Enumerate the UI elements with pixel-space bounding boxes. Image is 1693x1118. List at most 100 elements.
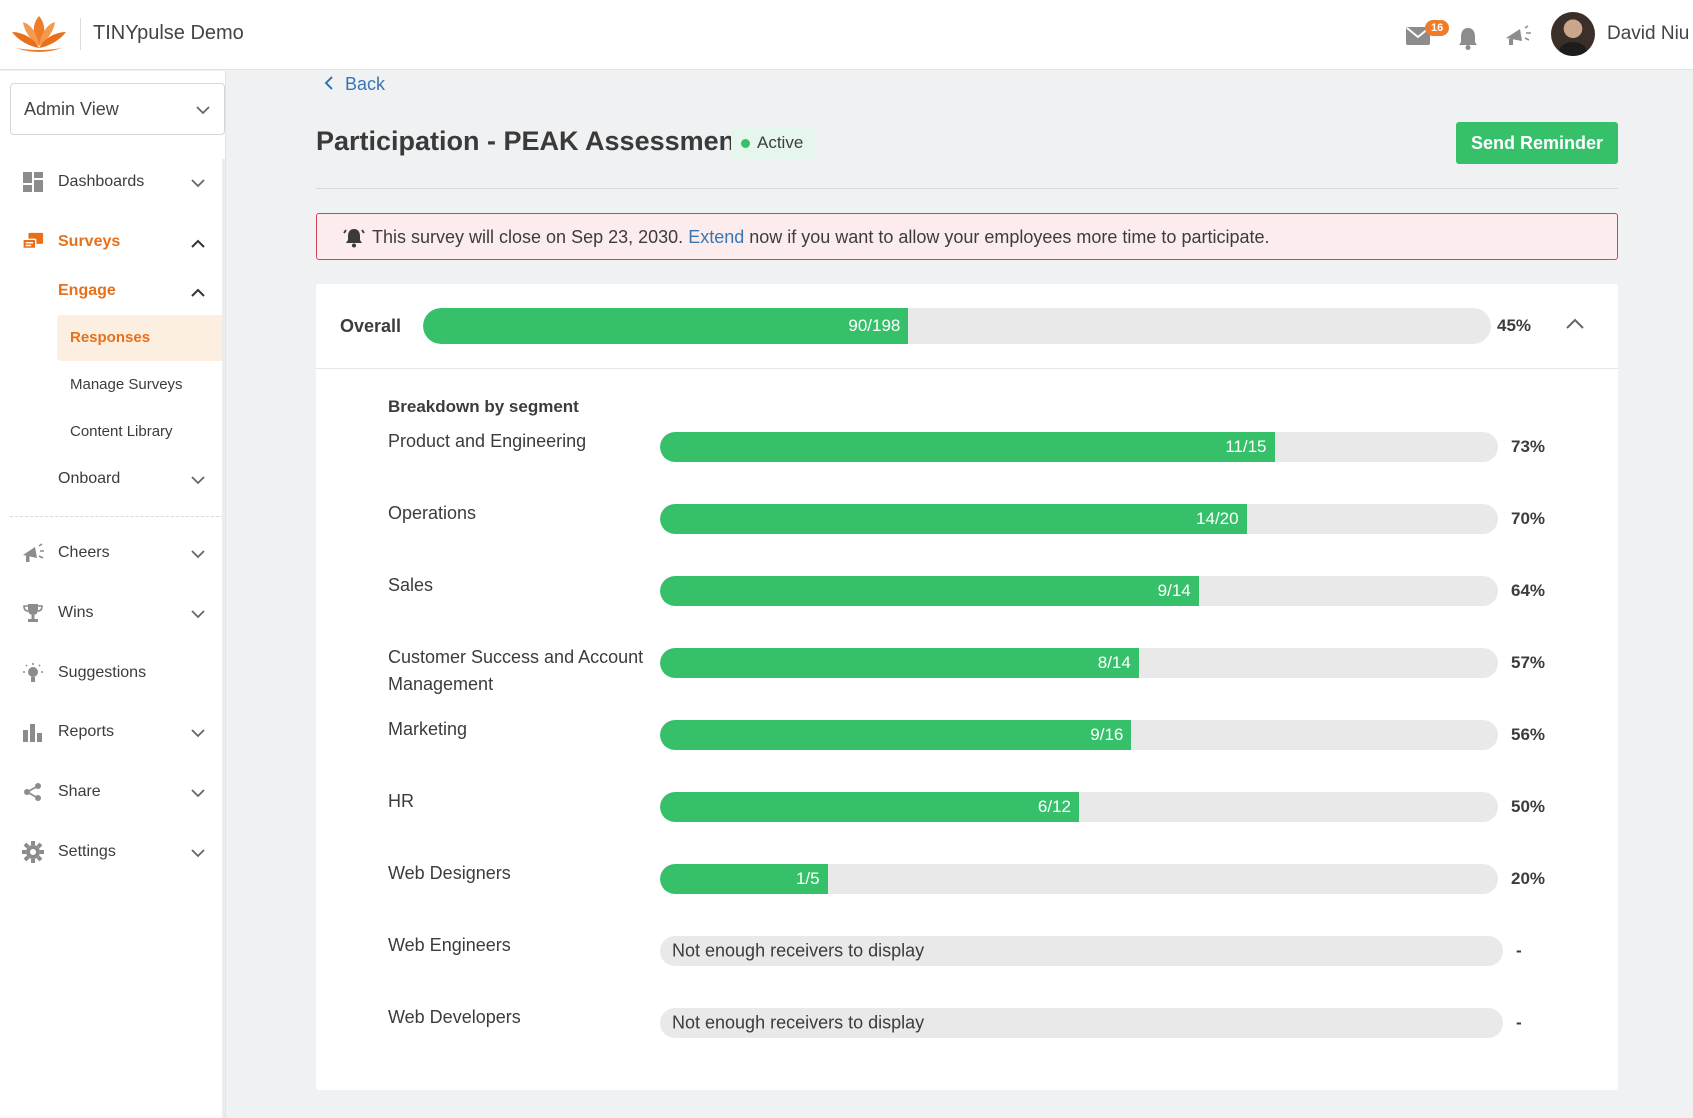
sidebar-item-surveys[interactable]: Surveys — [0, 222, 224, 262]
segment-progress-track: Not enough receivers to display — [660, 936, 1503, 966]
sidebar-item-label: Settings — [58, 843, 116, 860]
back-label: Back — [345, 74, 386, 94]
segment-percent: 57% — [1511, 653, 1546, 672]
segment-percent: 20% — [1511, 869, 1546, 888]
alert-text-before: This survey will close on Sep 23, 2030. — [372, 227, 684, 247]
sidebar-item-label: Engage — [58, 282, 116, 299]
segment-progress-track: Not enough receivers to display — [660, 1008, 1503, 1038]
sidebar-scrollbar[interactable] — [222, 159, 225, 1118]
logo-divider — [80, 18, 81, 50]
dashboard-icon — [22, 171, 44, 193]
sidebar-item-dashboards[interactable]: Dashboards — [0, 162, 224, 202]
sidebar-item-cheers[interactable]: Cheers — [0, 533, 224, 573]
segment-percent: 64% — [1511, 581, 1546, 600]
segment-progress-track: 14/20 — [660, 504, 1498, 534]
sidebar-item-onboard[interactable]: Onboard — [0, 459, 224, 499]
segment-count: 9/16 — [1090, 725, 1124, 744]
close-date-alert: This survey will close on Sep 23, 2030. … — [316, 213, 1618, 260]
segment-percent: 70% — [1511, 509, 1546, 528]
segment-name: HR — [388, 791, 414, 811]
segment-progress-track: 6/12 — [660, 792, 1498, 822]
sidebar-item-label: Suggestions — [58, 664, 147, 681]
survey-icon — [22, 231, 44, 253]
segment-name: Customer Success and Account Management — [388, 647, 644, 694]
segment-empty-message: Not enough receivers to display — [672, 1012, 925, 1033]
trophy-icon — [22, 602, 44, 624]
sidebar-item-label: Responses — [70, 329, 151, 346]
segment-count: 6/12 — [1037, 797, 1071, 816]
segment-name: Sales — [388, 575, 434, 595]
sidebar-item-content-library[interactable]: Content Library — [57, 409, 225, 455]
sidebar-item-label: Onboard — [58, 470, 121, 487]
segment-name: Web Designers — [388, 863, 511, 883]
chevron-down-icon — [191, 606, 205, 624]
user-name[interactable]: David Niu — [1607, 23, 1689, 45]
extend-link[interactable]: Extend — [688, 227, 744, 247]
cheers-megaphone-icon[interactable] — [1504, 22, 1532, 50]
gear-icon — [22, 841, 44, 863]
share-icon — [22, 781, 44, 803]
sidebar-divider — [10, 516, 224, 517]
app-title[interactable]: TINYpulse Demo — [93, 22, 244, 45]
megaphone-icon — [22, 542, 44, 564]
sidebar-item-reports[interactable]: Reports — [0, 712, 224, 752]
sidebar-item-label: Dashboards — [58, 173, 145, 190]
segment-progress-fill: 9/16 — [660, 720, 1132, 750]
chevron-up-icon — [191, 284, 205, 302]
sidebar-item-label: Wins — [58, 604, 94, 621]
view-select[interactable]: Admin View — [10, 83, 225, 135]
segment-percent: 56% — [1511, 725, 1546, 744]
sidebar-item-share[interactable]: Share — [0, 772, 224, 812]
chevron-up-icon — [191, 235, 205, 253]
segment-count: 11/15 — [1225, 437, 1267, 456]
segment-name: Web Developers — [388, 1007, 521, 1027]
sidebar-item-responses[interactable]: Responses — [57, 315, 225, 361]
overall-row: Overall 90/198 45% — [316, 284, 1618, 369]
mail-count-badge: 16 — [1425, 20, 1450, 36]
overall-label: Overall — [340, 316, 402, 336]
bell-icon[interactable] — [1454, 24, 1482, 52]
chevron-down-icon — [191, 546, 205, 564]
segment-count: 1/5 — [795, 869, 820, 888]
segment-progress-fill: 9/14 — [660, 576, 1199, 606]
segment-progress-fill: 11/15 — [660, 432, 1275, 462]
tinypulse-logo-icon[interactable] — [10, 12, 68, 54]
overall-progress-fill: 90/198 — [423, 308, 909, 344]
segment-percent: 73% — [1511, 437, 1546, 456]
user-avatar[interactable] — [1551, 12, 1595, 56]
bell-alarm-icon — [343, 227, 365, 253]
segment-name: Web Engineers — [388, 935, 511, 955]
send-reminder-button[interactable]: Send Reminder — [1456, 122, 1618, 164]
lightbulb-icon — [22, 662, 44, 684]
segment-percent: 50% — [1511, 797, 1546, 816]
segment-progress-track: 11/15 — [660, 432, 1498, 462]
sidebar-item-label: Cheers — [58, 544, 110, 561]
sidebar-item-label: Surveys — [58, 233, 121, 250]
segment-empty-message: Not enough receivers to display — [672, 940, 925, 961]
segment-progress-track: 9/16 — [660, 720, 1498, 750]
overall-count: 90/198 — [848, 316, 901, 335]
segment-progress-track: 1/5 — [660, 864, 1498, 894]
chevron-down-icon — [191, 472, 205, 490]
bar-chart-icon — [22, 721, 44, 743]
segment-name: Product and Engineering — [388, 431, 587, 451]
sidebar-item-label: Manage Surveys — [70, 376, 183, 393]
segment-progress-fill: 14/20 — [660, 504, 1247, 534]
segment-progress-fill: 6/12 — [660, 792, 1079, 822]
segment-progress-track: 9/14 — [660, 576, 1498, 606]
breakdown-title: Breakdown by segment — [388, 397, 579, 416]
back-link[interactable]: Back — [324, 74, 385, 95]
chevron-down-icon — [191, 785, 205, 803]
sidebar-item-settings[interactable]: Settings — [0, 832, 224, 872]
sidebar-item-manage-surveys[interactable]: Manage Surveys — [57, 362, 225, 408]
segment-name: Operations — [388, 503, 477, 523]
view-select-label: Admin View — [24, 99, 119, 119]
sidebar-item-engage[interactable]: Engage — [0, 271, 224, 311]
sidebar-item-wins[interactable]: Wins — [0, 593, 224, 633]
sidebar-item-suggestions[interactable]: Suggestions — [0, 653, 224, 693]
chevron-down-icon — [191, 845, 205, 863]
title-divider — [316, 188, 1618, 189]
chevron-up-icon[interactable] — [1566, 316, 1584, 334]
alert-message: This survey will close on Sep 23, 2030. … — [372, 227, 1270, 248]
top-bar: TINYpulse Demo 16 David Niu — [0, 0, 1693, 70]
